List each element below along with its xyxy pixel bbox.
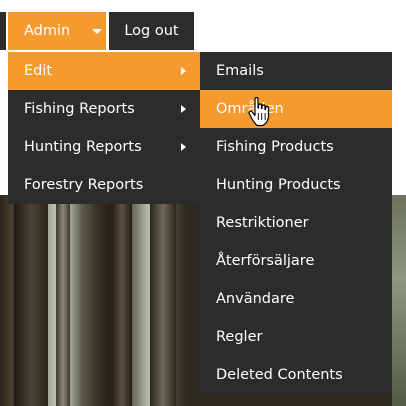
admin-menu-button[interactable]: Admin — [8, 12, 106, 50]
menu-item-hunting-reports[interactable]: Hunting Reports — [8, 128, 200, 166]
submenu-item-aterforsaljare[interactable]: Återförsäljare — [200, 242, 392, 280]
logout-label: Log out — [124, 23, 179, 39]
tree-trunk — [112, 195, 132, 406]
submenu-item-label: Emails — [216, 63, 264, 79]
menu-item-forestry-reports[interactable]: Forestry Reports — [8, 166, 200, 204]
submenu-item-restriktioner[interactable]: Restriktioner — [200, 204, 392, 242]
menu-item-label: Hunting Reports — [24, 139, 142, 155]
admin-dropdown-menu: Edit Fishing Reports Hunting Reports For… — [8, 52, 200, 204]
edit-submenu: Emails Områden Fishing Products Hunting … — [200, 52, 392, 394]
submenu-item-label: Regler — [216, 329, 263, 345]
tree-trunk — [56, 195, 70, 406]
submenu-item-label: Återförsäljare — [216, 253, 315, 269]
menu-item-label: Fishing Reports — [24, 101, 135, 117]
chevron-right-icon — [181, 67, 186, 75]
navbar-edge — [0, 12, 6, 50]
submenu-item-label: Användare — [216, 291, 295, 307]
tree-trunk — [14, 195, 48, 406]
submenu-item-label: Deleted Contents — [216, 367, 343, 383]
hand-pointer-icon — [248, 97, 270, 127]
forest-background-edge — [392, 195, 406, 406]
submenu-item-omraden[interactable]: Områden — [200, 90, 392, 128]
caret-down-icon — [92, 29, 102, 34]
chevron-right-icon — [181, 105, 186, 113]
submenu-item-hunting-products[interactable]: Hunting Products — [200, 166, 392, 204]
submenu-item-deleted-contents[interactable]: Deleted Contents — [200, 356, 392, 394]
submenu-item-anvandare[interactable]: Användare — [200, 280, 392, 318]
tree-trunk — [150, 195, 176, 406]
submenu-item-emails[interactable]: Emails — [200, 52, 392, 90]
menu-item-edit[interactable]: Edit — [8, 52, 200, 90]
logout-button[interactable]: Log out — [109, 12, 194, 50]
chevron-right-icon — [181, 143, 186, 151]
submenu-item-regler[interactable]: Regler — [200, 318, 392, 356]
menu-item-fishing-reports[interactable]: Fishing Reports — [8, 90, 200, 128]
submenu-item-label: Restriktioner — [216, 215, 309, 231]
menu-item-label: Forestry Reports — [24, 177, 144, 193]
menu-item-label: Edit — [24, 63, 53, 79]
admin-menu-label: Admin — [24, 23, 71, 39]
submenu-item-fishing-products[interactable]: Fishing Products — [200, 128, 392, 166]
submenu-item-label: Fishing Products — [216, 139, 334, 155]
submenu-item-label: Hunting Products — [216, 177, 341, 193]
